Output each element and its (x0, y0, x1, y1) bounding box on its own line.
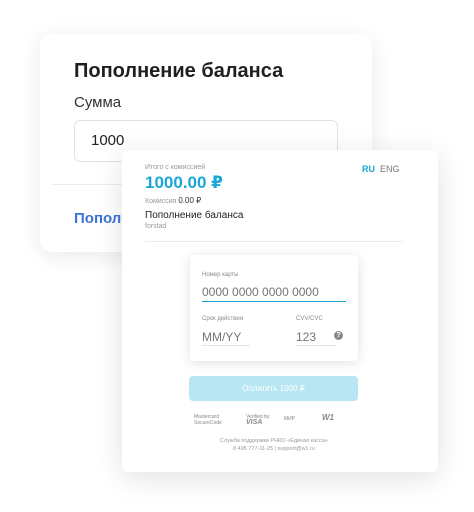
commission-label: Комиссия (145, 198, 177, 205)
total-amount: 1000.00 ₽ (145, 173, 224, 192)
card-number-input[interactable] (202, 282, 346, 302)
divider (145, 241, 403, 242)
help-icon[interactable]: ? (334, 331, 343, 340)
expiry-input[interactable] (202, 328, 250, 346)
merchant-name: forstad (145, 223, 167, 230)
w1-logo: W1 (322, 413, 334, 422)
form-title: Пополнение баланса (74, 60, 284, 82)
commission-value: 0.00 ₽ (178, 196, 202, 205)
commission: Комиссия 0.00 ₽ (145, 196, 201, 205)
visa-text: VISA (246, 419, 263, 426)
w1-text: W1 (322, 413, 334, 422)
sum-label: Сумма (74, 94, 122, 111)
card-form: Номер карты Срок действия CVV/CVC ? (190, 255, 358, 361)
support-info: Служба поддержки РНКО «Единая касса» 8 4… (145, 437, 403, 453)
card-number-label: Номер карты (202, 272, 239, 278)
payment-logos: Mastercard SecureCode Verified by VISA М… (190, 414, 362, 430)
support-line-1: Служба поддержки РНКО «Единая касса» (220, 438, 328, 444)
total-label: Итого с комиссией (145, 164, 206, 171)
support-line-2: 8 495 777-11-25 | support@w1.ru (233, 446, 315, 452)
cvv-label: CVV/CVC (296, 316, 323, 322)
mastercard-securecode-logo: Mastercard SecureCode (194, 414, 222, 426)
lang-eng-button[interactable]: ENG (380, 164, 400, 174)
cvv-input[interactable] (296, 328, 336, 346)
mir-logo: МИР (284, 416, 296, 422)
payment-purpose: Пополнение баланса (145, 210, 244, 221)
expiry-label: Срок действия (202, 316, 244, 322)
lang-ru-button[interactable]: RU (362, 164, 375, 174)
pay-button[interactable]: Оплатить 1000 ₽ (189, 376, 358, 401)
verified-by-visa-logo: Verified by VISA (246, 414, 269, 426)
payment-widget: Итого с комиссией 1000.00 ₽ Комиссия 0.0… (122, 150, 438, 472)
